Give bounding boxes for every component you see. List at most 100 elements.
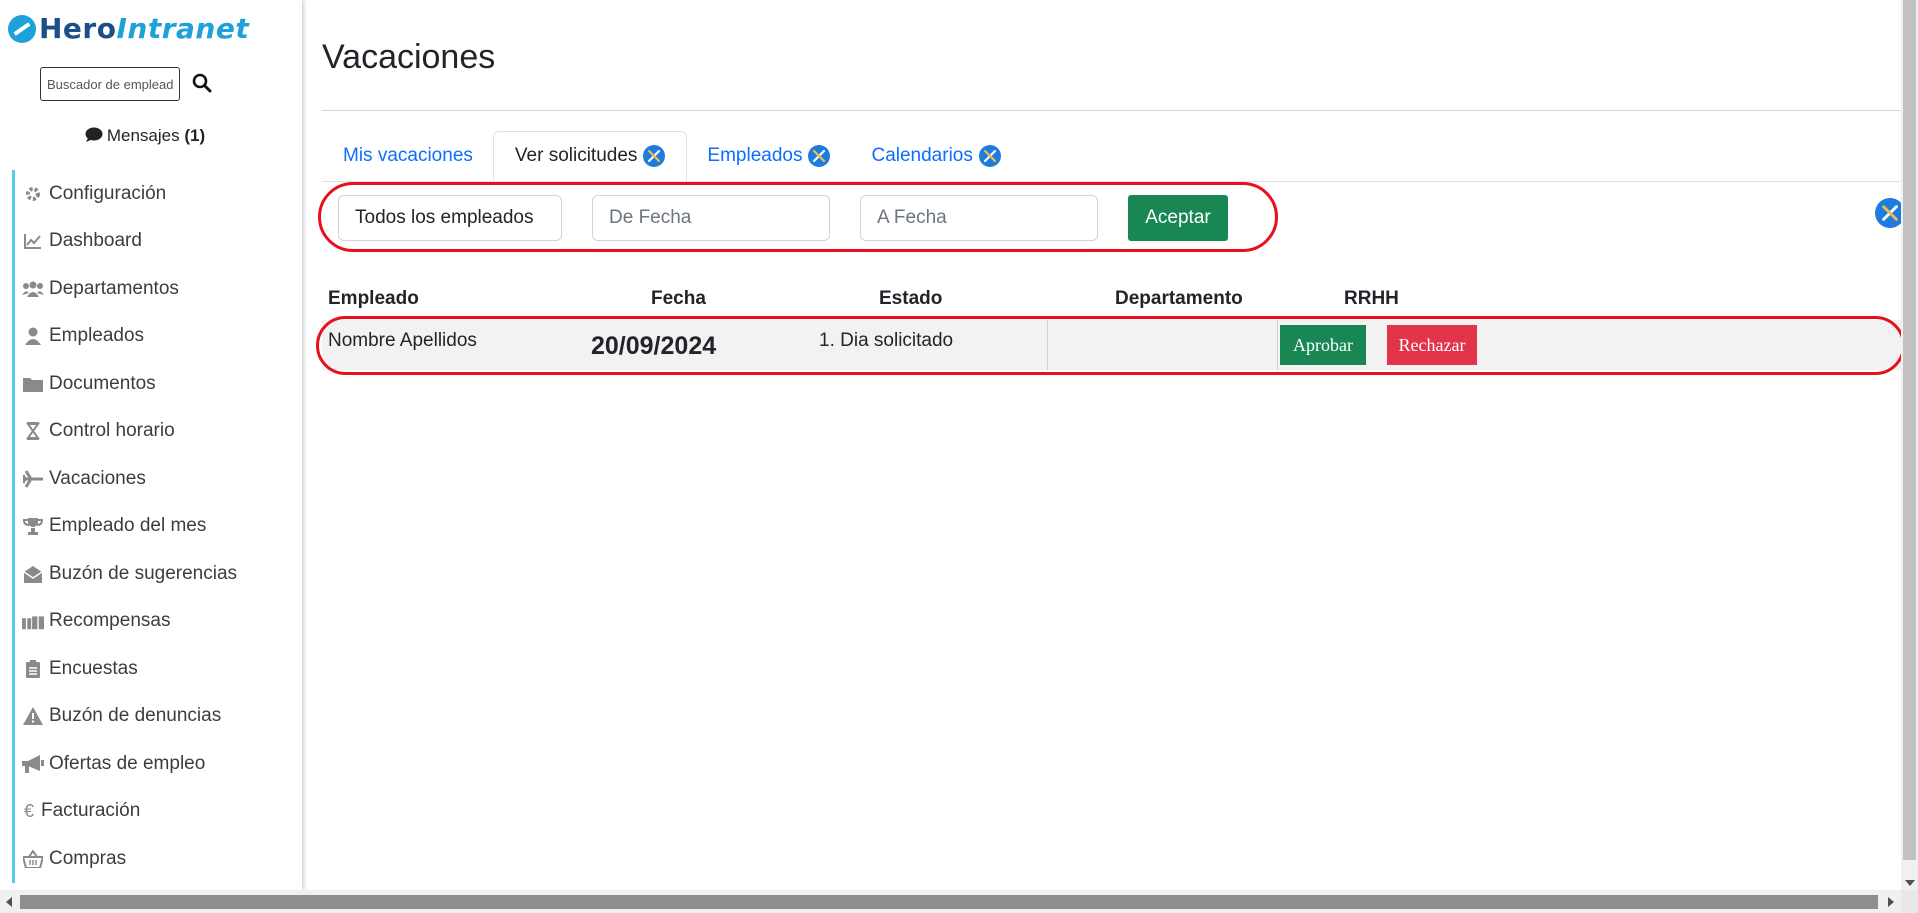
- messages-label: Mensajes: [106, 126, 180, 145]
- tab-label: Ver solicitudes: [514, 145, 638, 166]
- vertical-scrollbar[interactable]: [1901, 0, 1918, 890]
- column-header-department: Departamento: [1115, 288, 1243, 309]
- sidebar-item-label: Documentos: [49, 372, 156, 394]
- tab-label: Mis vacaciones: [343, 144, 473, 166]
- sidebar-item-recompensas[interactable]: Recompensas: [12, 597, 302, 645]
- chart-line-icon: [22, 231, 44, 251]
- euro-icon: €: [23, 800, 34, 821]
- row-date: 20/09/2024: [591, 332, 717, 360]
- sidebar-item-label: Control horario: [49, 420, 175, 442]
- tools-icon: [643, 145, 666, 167]
- employee-select-value: Todos los empleados: [355, 207, 534, 228]
- sidebar-nav: Configuración Dashboard Departamentos Em…: [12, 170, 302, 883]
- gear-icon: [22, 184, 44, 204]
- sidebar-item-label: Buzón de denuncias: [49, 705, 222, 727]
- logo-intranet-text: Intranet: [116, 12, 250, 45]
- sidebar-item-documentos[interactable]: Documentos: [12, 360, 302, 408]
- vacaciones-tabs: Mis vacaciones Ver solicitudes Empleados…: [322, 131, 1901, 182]
- sidebar-item-vacaciones[interactable]: Vacaciones: [12, 455, 302, 503]
- column-header-state: Estado: [879, 288, 943, 309]
- messages-link[interactable]: Mensajes (1): [0, 126, 290, 148]
- sidebar: HeroIntranet Mensajes (1) Configuración …: [0, 0, 302, 890]
- tab-mis-vacaciones[interactable]: Mis vacaciones: [322, 131, 494, 180]
- tab-calendarios[interactable]: Calendarios: [850, 131, 1021, 180]
- sidebar-item-label: Empleado del mes: [49, 515, 207, 537]
- date-to-field[interactable]: [860, 195, 1098, 241]
- tools-icon: [978, 144, 1001, 167]
- requests-table-header: Empleado Fecha Estado Departamento RRHH: [328, 288, 1901, 312]
- horizontal-scrollbar-thumb[interactable]: [20, 895, 1878, 909]
- main-content: Vacaciones Mis vacaciones Ver solicitude…: [302, 0, 1905, 890]
- date-from-field[interactable]: [592, 195, 830, 241]
- accept-button[interactable]: Aceptar: [1128, 195, 1228, 241]
- column-header-employee: Empleado: [328, 288, 419, 309]
- sidebar-item-ofertas-empleo[interactable]: Ofertas de empleo: [12, 740, 302, 788]
- user-icon: [22, 326, 44, 346]
- herointranet-logo[interactable]: HeroIntranet: [8, 12, 249, 45]
- trophy-icon: [22, 516, 44, 536]
- sidebar-item-empleado-del-mes[interactable]: Empleado del mes: [12, 502, 302, 550]
- table-row: Nombre Apellidos 20/09/2024 1. Dia solic…: [322, 320, 1901, 370]
- tools-icon: [808, 144, 831, 167]
- scrollbar-corner: [1901, 890, 1918, 913]
- scroll-down-arrow-icon[interactable]: [1905, 880, 1915, 886]
- sidebar-item-encuestas[interactable]: Encuestas: [12, 645, 302, 693]
- sidebar-item-configuracion[interactable]: Configuración: [12, 170, 302, 218]
- messages-count-badge: (1): [184, 126, 206, 145]
- tab-ver-solicitudes[interactable]: Ver solicitudes: [492, 131, 688, 181]
- users-icon: [22, 279, 44, 299]
- tab-empleados[interactable]: Empleados: [686, 131, 851, 180]
- employee-select[interactable]: Todos los empleados: [338, 195, 562, 241]
- sidebar-item-label: Compras: [49, 847, 127, 869]
- logo-mark-icon: [8, 14, 36, 43]
- tab-label: Empleados: [707, 144, 803, 166]
- request-filter-form: Todos los empleados Aceptar: [338, 195, 1228, 241]
- sidebar-item-departamentos[interactable]: Departamentos: [12, 265, 302, 313]
- scroll-left-arrow-icon[interactable]: [6, 897, 12, 907]
- vertical-scrollbar-thumb[interactable]: [1903, 0, 1916, 860]
- row-rrhh-divider: [1277, 320, 1278, 370]
- sidebar-item-empleados[interactable]: Empleados: [12, 312, 302, 360]
- sidebar-item-dashboard[interactable]: Dashboard: [12, 217, 302, 265]
- sidebar-item-label: Ofertas de empleo: [49, 752, 206, 774]
- gifts-icon: [22, 611, 44, 631]
- sidebar-item-buzon-sugerencias[interactable]: Buzón de sugerencias: [12, 550, 302, 598]
- row-employee-name: Nombre Apellidos: [328, 330, 477, 351]
- sidebar-item-compras[interactable]: Compras: [12, 835, 302, 883]
- sidebar-item-label: Departamentos: [49, 277, 179, 299]
- warning-icon: [22, 706, 44, 726]
- basket-icon: [22, 849, 44, 869]
- sidebar-item-label: Dashboard: [49, 230, 142, 252]
- hourglass-icon: [22, 421, 44, 441]
- scroll-right-arrow-icon[interactable]: [1888, 897, 1894, 907]
- title-divider: [322, 110, 1901, 111]
- tab-label: Calendarios: [871, 144, 973, 166]
- column-header-rrhh: RRHH: [1344, 288, 1399, 309]
- row-state: 1. Dia solicitado: [819, 330, 954, 351]
- horizontal-scrollbar[interactable]: [0, 890, 1918, 913]
- employee-search-input[interactable]: [40, 67, 180, 101]
- row-department-divider: [1047, 320, 1048, 370]
- logo-hero-text: Hero: [39, 12, 117, 45]
- column-header-date: Fecha: [651, 288, 706, 309]
- page-title: Vacaciones: [322, 38, 496, 76]
- folder-icon: [22, 374, 44, 394]
- sidebar-item-label: Encuestas: [49, 657, 138, 679]
- sidebar-item-label: Configuración: [49, 182, 167, 204]
- comment-icon: [85, 127, 103, 148]
- sidebar-item-label: Facturación: [41, 800, 141, 822]
- search-icon[interactable]: [192, 73, 214, 95]
- sidebar-item-facturacion[interactable]: € Facturación: [12, 787, 302, 835]
- sidebar-item-label: Buzón de sugerencias: [49, 562, 238, 584]
- reject-button[interactable]: Rechazar: [1387, 325, 1477, 365]
- plane-icon: [22, 469, 44, 489]
- approve-button[interactable]: Aprobar: [1280, 325, 1366, 365]
- sidebar-item-control-horario[interactable]: Control horario: [12, 407, 302, 455]
- sidebar-item-label: Recompensas: [49, 610, 171, 632]
- employee-search: [40, 67, 214, 101]
- sidebar-item-label: Empleados: [49, 325, 145, 347]
- bullhorn-icon: [22, 754, 44, 774]
- sidebar-item-label: Vacaciones: [49, 467, 146, 489]
- sidebar-item-buzon-denuncias[interactable]: Buzón de denuncias: [12, 692, 302, 740]
- envelope-open-icon: [22, 564, 44, 584]
